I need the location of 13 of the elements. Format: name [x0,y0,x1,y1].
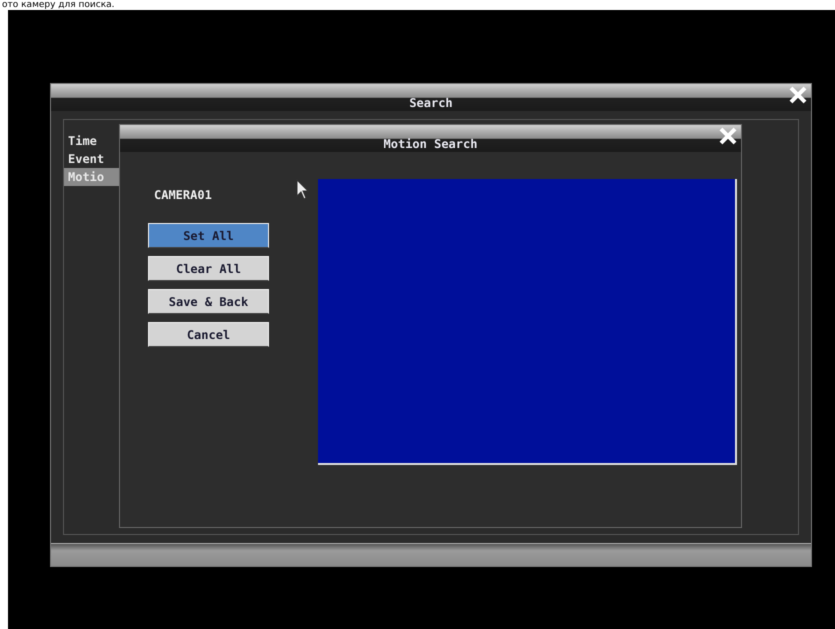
close-icon[interactable] [719,127,737,145]
caption-text: ото камеру для поиска. [1,0,116,10]
dialog-title: Motion Search [384,136,478,152]
camera-label: CAMERA01 [154,187,213,203]
dialog-button[interactable]: Cancel [148,322,269,347]
dialog-button[interactable]: Clear All [148,256,269,281]
close-icon[interactable] [789,86,807,104]
sidebar-item[interactable]: Event [64,150,122,168]
dialog-button[interactable]: Save & Back [148,289,269,314]
window-title: Search [409,95,453,111]
mouse-cursor-icon [296,179,310,201]
dialog-button[interactable]: Set All [148,223,269,248]
sidebar-item[interactable]: Time [64,132,122,150]
